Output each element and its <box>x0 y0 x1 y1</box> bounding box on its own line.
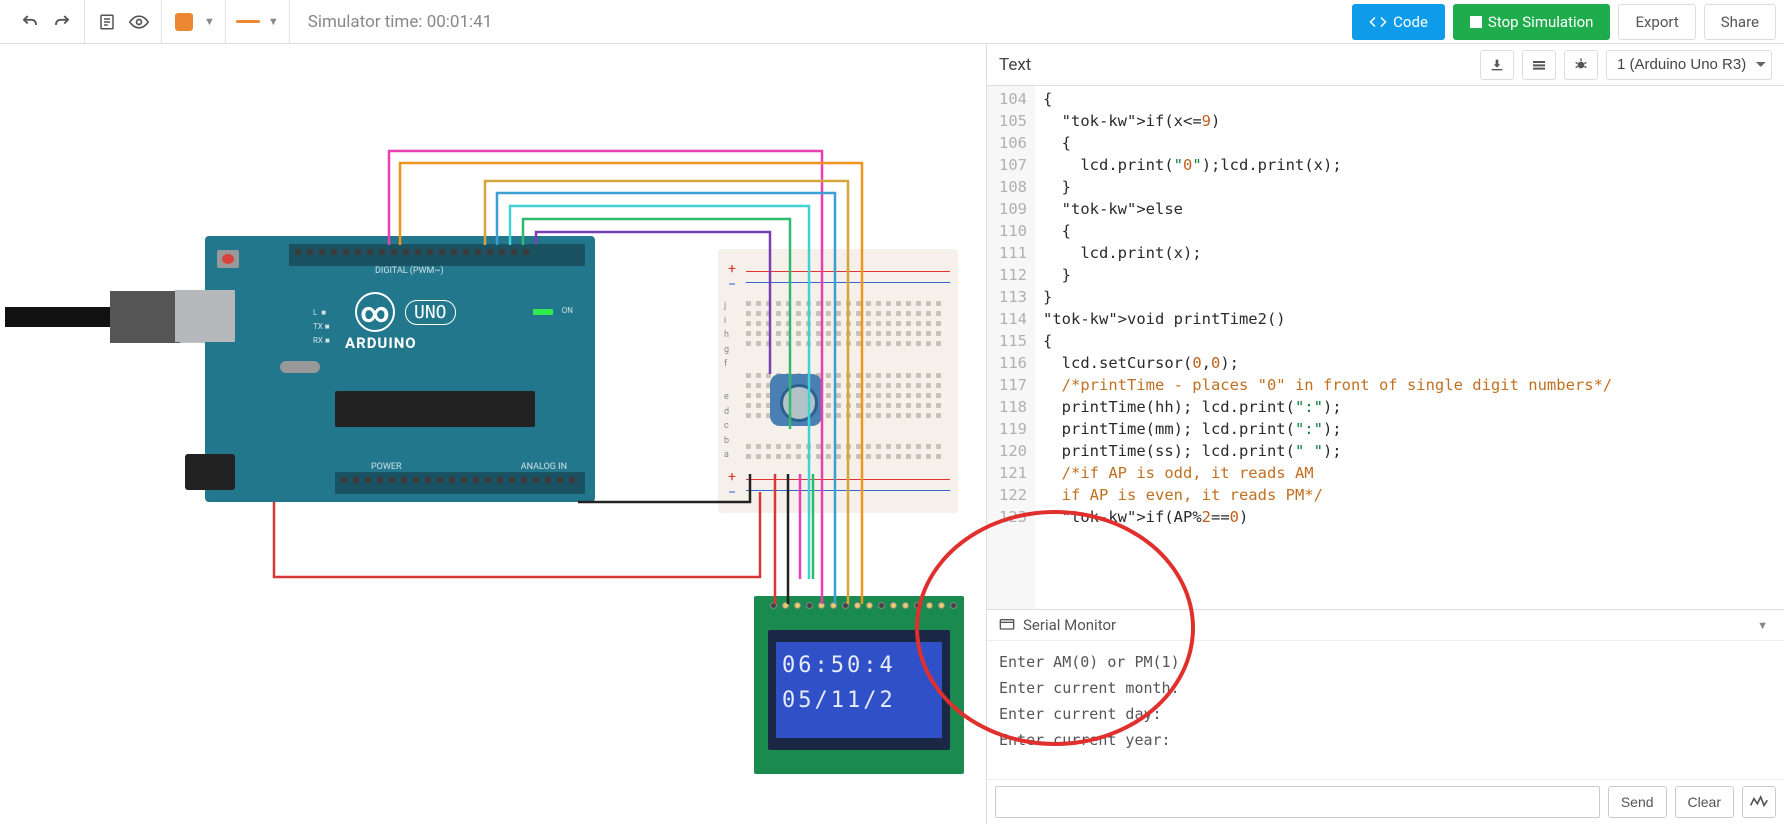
send-button[interactable]: Send <box>1608 786 1667 818</box>
graph-button[interactable] <box>1742 786 1776 818</box>
potentiometer[interactable] <box>770 374 822 426</box>
code-panel: Text 1 (Arduino Uno R3) 1041051061071081… <box>986 44 1784 824</box>
arduino-uno-board[interactable]: DIGITAL (PWM~) L ■TX ■RX ■ ∞UNO ON ARDUI… <box>205 236 595 502</box>
simulator-time: Simulator time: 00:01:41 <box>308 12 1352 32</box>
lcd-16x2[interactable]: 06:50:4 05/11/2 <box>754 596 964 774</box>
wire-style[interactable] <box>232 6 264 38</box>
color-dropdown-icon[interactable]: ▼ <box>204 15 215 28</box>
serial-monitor: Serial Monitor ▼ Enter AM(0) or PM(1)Ent… <box>987 609 1784 824</box>
digital-pin-rail[interactable] <box>289 244 585 266</box>
stop-button-label: Stop Simulation <box>1488 13 1594 31</box>
export-button[interactable]: Export <box>1618 4 1695 40</box>
power-jack <box>185 454 235 490</box>
code-button-label: Code <box>1393 13 1428 31</box>
wire-dropdown-icon[interactable]: ▼ <box>268 15 279 28</box>
lcd-line-1: 06:50:4 <box>782 648 936 683</box>
visibility-button[interactable] <box>123 6 155 38</box>
code-editor[interactable]: 1041051061071081091101111121131141151161… <box>987 86 1784 609</box>
debug-button[interactable] <box>1564 50 1598 80</box>
stop-icon <box>1470 16 1482 28</box>
panel-title: Text <box>999 55 1472 75</box>
board-select[interactable]: 1 (Arduino Uno R3) <box>1606 50 1772 80</box>
notes-button[interactable] <box>91 6 123 38</box>
libraries-button[interactable] <box>1522 50 1556 80</box>
serial-title: Serial Monitor <box>1023 616 1116 634</box>
download-button[interactable] <box>1480 50 1514 80</box>
lcd-line-2: 05/11/2 <box>782 683 936 718</box>
breadboard[interactable]: +− jihgfedcba +− <box>718 249 958 513</box>
undo-button[interactable] <box>14 6 46 38</box>
reset-button[interactable] <box>217 250 239 268</box>
serial-input[interactable] <box>995 786 1600 818</box>
on-led <box>533 309 553 315</box>
serial-output: Enter AM(0) or PM(1)Enter current month:… <box>987 641 1784 779</box>
atmega-chip <box>335 391 535 427</box>
serial-monitor-icon <box>999 618 1015 632</box>
power-analog-rail[interactable] <box>335 472 585 494</box>
clear-button[interactable]: Clear <box>1675 786 1734 818</box>
circuit-canvas[interactable]: DIGITAL (PWM~) L ■TX ■RX ■ ∞UNO ON ARDUI… <box>0 44 986 824</box>
code-button[interactable]: Code <box>1352 4 1445 40</box>
stop-simulation-button[interactable]: Stop Simulation <box>1453 4 1611 40</box>
color-picker[interactable] <box>168 6 200 38</box>
serial-collapse-icon[interactable]: ▼ <box>1757 619 1768 632</box>
redo-button[interactable] <box>46 6 78 38</box>
share-button[interactable]: Share <box>1704 4 1776 40</box>
toolbar: ▼ ▼ Simulator time: 00:01:41 Code Stop S… <box>0 0 1784 44</box>
